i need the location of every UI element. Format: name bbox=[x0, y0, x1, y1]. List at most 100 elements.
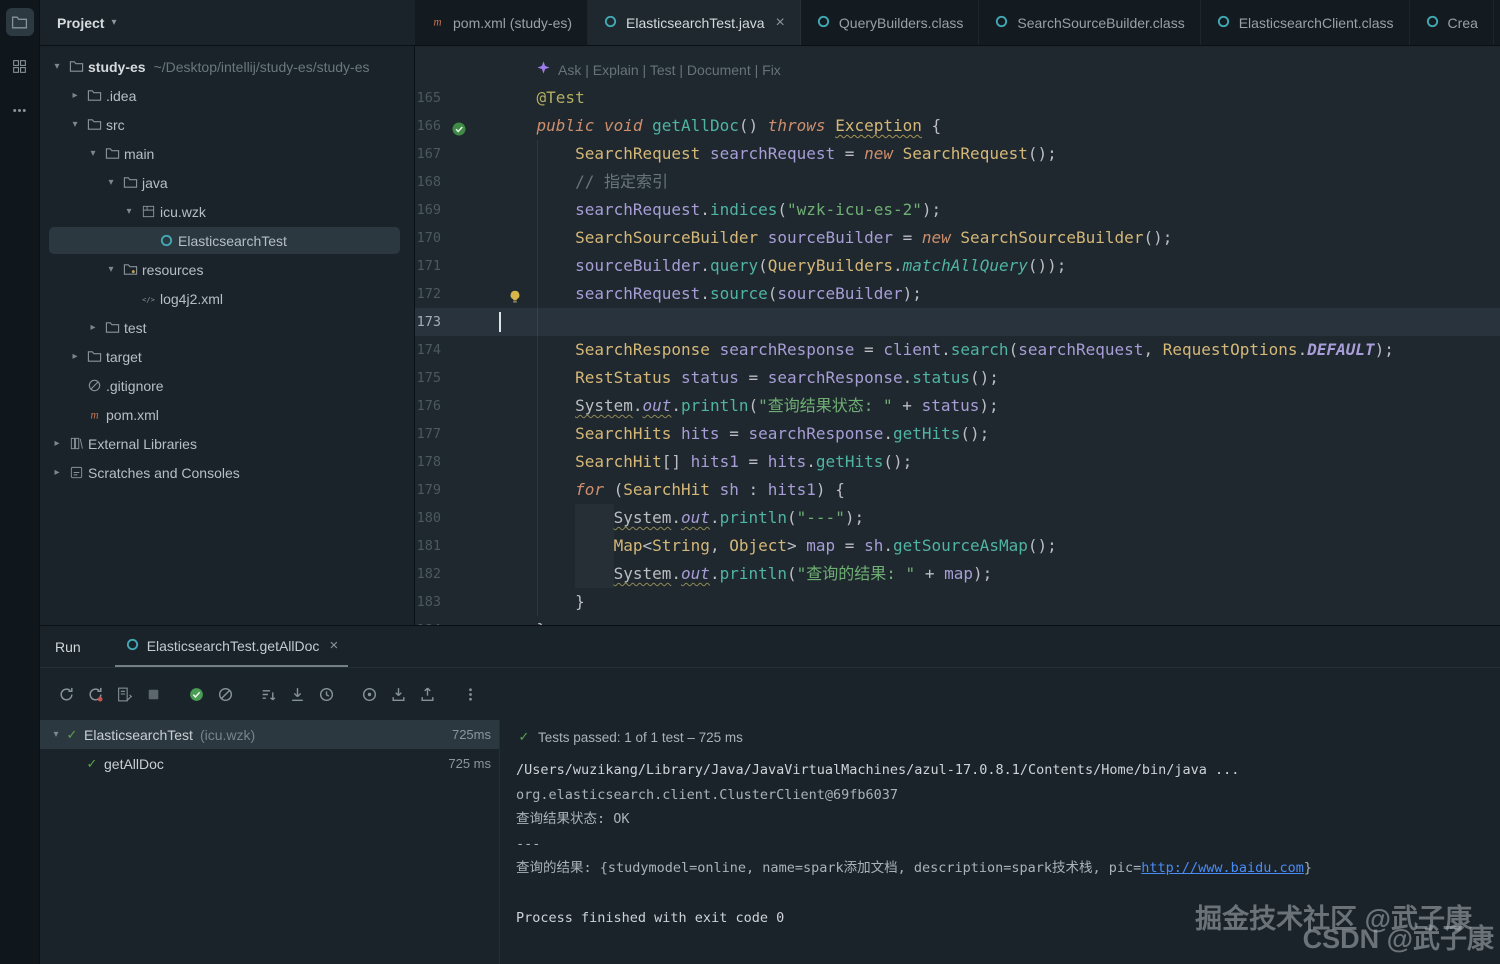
screenshot-icon[interactable] bbox=[359, 684, 379, 704]
code-line-167[interactable]: 167 SearchRequest searchRequest = new Se… bbox=[415, 140, 1500, 168]
tree-item-java[interactable]: ▾java bbox=[40, 168, 414, 197]
code-line-175[interactable]: 175 RestStatus status = searchResponse.s… bbox=[415, 364, 1500, 392]
editor-tab-elasticsearchtest-java[interactable]: ElasticsearchTest.java× bbox=[588, 0, 801, 45]
expand-all-icon[interactable] bbox=[287, 684, 307, 704]
import-test-results-icon[interactable] bbox=[388, 684, 408, 704]
tree-item-main[interactable]: ▾ main bbox=[40, 139, 414, 168]
code-text: } bbox=[498, 616, 546, 625]
code-text: // 指定索引 bbox=[498, 168, 668, 196]
show-ignored-icon[interactable] bbox=[215, 684, 235, 704]
stop-icon[interactable] bbox=[143, 684, 163, 704]
structure-view-button[interactable] bbox=[6, 52, 34, 80]
line-number: 184 bbox=[415, 616, 441, 625]
tree-item-study-es[interactable]: ▾study-es~/Desktop/intellij/study-es/stu… bbox=[40, 52, 414, 81]
ai-actions[interactable]: Ask | Explain | Test | Document | Fix bbox=[498, 56, 781, 84]
tree-item-test[interactable]: ▸test bbox=[40, 313, 414, 342]
editor-tab-elasticsearchclient-class[interactable]: ElasticsearchClient.class bbox=[1201, 0, 1410, 45]
svg-text:m: m bbox=[90, 410, 98, 422]
tree-item-label: ElasticsearchTest bbox=[178, 233, 287, 249]
chevron-down-icon[interactable]: ▾ bbox=[102, 177, 120, 188]
code-line-168[interactable]: 168 // 指定索引 bbox=[415, 168, 1500, 196]
code-line-165[interactable]: 165 @Test bbox=[415, 84, 1500, 112]
editor-tab-crea[interactable]: Crea bbox=[1410, 0, 1494, 45]
tree-item-scratches-and-consoles[interactable]: ▸Scratches and Consoles bbox=[40, 458, 414, 487]
code-line-181[interactable]: 181 Map<String, Object> map = sh.getSour… bbox=[415, 532, 1500, 560]
run-tab-label: ElasticsearchTest.getAllDoc bbox=[147, 638, 320, 654]
chevron-down-icon[interactable]: ▾ bbox=[102, 264, 120, 275]
run-tab-elasticsearchtest-getalldoc[interactable]: ElasticsearchTest.getAllDoc × bbox=[115, 626, 349, 667]
chevron-right-icon[interactable]: ▸ bbox=[48, 438, 66, 449]
package-icon bbox=[138, 204, 158, 219]
gutter bbox=[415, 56, 498, 84]
code-line-173[interactable]: 173 bbox=[415, 308, 1500, 336]
tree-item-label: icu.wzk bbox=[160, 204, 206, 220]
tree-item-label: main bbox=[124, 146, 154, 162]
chevron-right-icon[interactable]: ▸ bbox=[66, 351, 84, 362]
code-line-176[interactable]: 176 System.out.println("查询结果状态: " + stat… bbox=[415, 392, 1500, 420]
tree-item-label: .gitignore bbox=[106, 378, 164, 394]
code-line-172[interactable]: 172 searchRequest.source(sourceBuilder); bbox=[415, 280, 1500, 308]
tree-item-external-libraries[interactable]: ▸External Libraries bbox=[40, 429, 414, 458]
code-line-174[interactable]: 174 SearchResponse searchResponse = clie… bbox=[415, 336, 1500, 364]
code-line-177[interactable]: 177 SearchHits hits = searchResponse.get… bbox=[415, 420, 1500, 448]
tree-item-src[interactable]: ▾src bbox=[40, 110, 414, 139]
code-line-182[interactable]: 182 System.out.println("查询的结果: " + map); bbox=[415, 560, 1500, 588]
code-line-166[interactable]: 166 public void getAllDoc() throws Excep… bbox=[415, 112, 1500, 140]
close-icon[interactable]: × bbox=[776, 15, 785, 31]
run-test-passed-icon[interactable] bbox=[451, 118, 467, 134]
chevron-down-icon[interactable]: ▾ bbox=[48, 61, 66, 72]
code-line-171[interactable]: 171 sourceBuilder.query(QueryBuilders.ma… bbox=[415, 252, 1500, 280]
rerun-failed-tests-icon[interactable] bbox=[85, 684, 105, 704]
ai-actions-text[interactable]: Ask | Explain | Test | Document | Fix bbox=[558, 56, 781, 84]
more-options-icon[interactable] bbox=[460, 684, 480, 704]
editor-tab-pom-xml-study-es[interactable]: mpom.xml (study-es) bbox=[415, 0, 588, 45]
chevron-down-icon[interactable]: ▾ bbox=[84, 148, 102, 159]
chevron-down-icon[interactable]: ▾ bbox=[66, 119, 84, 130]
code-line-178[interactable]: 178 SearchHit[] hits1 = hits.getHits(); bbox=[415, 448, 1500, 476]
export-test-results-icon[interactable] bbox=[417, 684, 437, 704]
chevron-right-icon[interactable]: ▸ bbox=[48, 467, 66, 478]
tree-item-icu-wzk[interactable]: ▾ icu.wzk bbox=[40, 197, 414, 226]
tree-item-resources[interactable]: ▾resources bbox=[40, 255, 414, 284]
console-line: 查询的结果: {studymodel=online, name=spark添加文… bbox=[516, 856, 1500, 881]
code-editor[interactable]: 164Ask | Explain | Test | Document | Fix… bbox=[415, 46, 1500, 625]
line-number: 183 bbox=[415, 588, 441, 616]
rerun-tests-icon[interactable] bbox=[56, 684, 76, 704]
close-icon[interactable]: × bbox=[329, 637, 338, 654]
intention-bulb-icon[interactable] bbox=[507, 286, 523, 302]
tree-item-pom-xml[interactable]: mpom.xml bbox=[40, 400, 414, 429]
code-line-169[interactable]: 169 searchRequest.indices("wzk-icu-es-2"… bbox=[415, 196, 1500, 224]
tree-item-target[interactable]: ▸target bbox=[40, 342, 414, 371]
more-tool-windows-button[interactable] bbox=[6, 96, 34, 124]
test-history-icon[interactable] bbox=[316, 684, 336, 704]
console-link[interactable]: http://www.baidu.com bbox=[1141, 860, 1304, 876]
class-icon bbox=[1216, 14, 1231, 32]
code-line-164[interactable]: 164 bbox=[415, 46, 1500, 56]
show-passed-icon[interactable] bbox=[186, 684, 206, 704]
sort-by-duration-icon[interactable] bbox=[258, 684, 278, 704]
tree-item-elasticsearchtest[interactable]: ElasticsearchTest bbox=[40, 226, 414, 255]
chevron-down-icon[interactable]: ▾ bbox=[120, 206, 138, 217]
project-tree-panel: ▾study-es~/Desktop/intellij/study-es/stu… bbox=[40, 46, 415, 625]
code-line-184[interactable]: 184 } bbox=[415, 616, 1500, 625]
edit-run-configuration-icon[interactable] bbox=[114, 684, 134, 704]
code-line-183[interactable]: 183 } bbox=[415, 588, 1500, 616]
ai-actions-line[interactable]: Ask | Explain | Test | Document | Fix bbox=[415, 56, 1500, 84]
chevron-right-icon[interactable]: ▸ bbox=[84, 322, 102, 333]
editor-tab-searchsourcebuilder-class[interactable]: SearchSourceBuilder.class bbox=[979, 0, 1200, 45]
tree-item-log4j2-xml[interactable]: </>log4j2.xml bbox=[40, 284, 414, 313]
editor-tab-querybuilders-class[interactable]: QueryBuilders.class bbox=[801, 0, 980, 45]
code-line-170[interactable]: 170 SearchSourceBuilder sourceBuilder = … bbox=[415, 224, 1500, 252]
project-view-button[interactable] bbox=[6, 8, 34, 36]
tree-item-gitignore[interactable]: .gitignore bbox=[40, 371, 414, 400]
code-line-180[interactable]: 180 System.out.println("---"); bbox=[415, 504, 1500, 532]
test-tree-item-elasticsearchtest[interactable]: ▾✓ElasticsearchTest(icu.wzk)725ms bbox=[40, 720, 499, 749]
project-panel-header[interactable]: Project ▾ bbox=[40, 0, 415, 45]
chevron-right-icon[interactable]: ▸ bbox=[66, 90, 84, 101]
activity-bar bbox=[0, 0, 40, 964]
test-tree-item-getalldoc[interactable]: ✓getAllDoc725 ms bbox=[40, 749, 499, 778]
code-line-179[interactable]: 179 for (SearchHit sh : hits1) { bbox=[415, 476, 1500, 504]
chevron-down-icon[interactable]: ▾ bbox=[48, 729, 64, 740]
test-class-icon bbox=[125, 637, 140, 655]
tree-item-idea[interactable]: ▸.idea bbox=[40, 81, 414, 110]
